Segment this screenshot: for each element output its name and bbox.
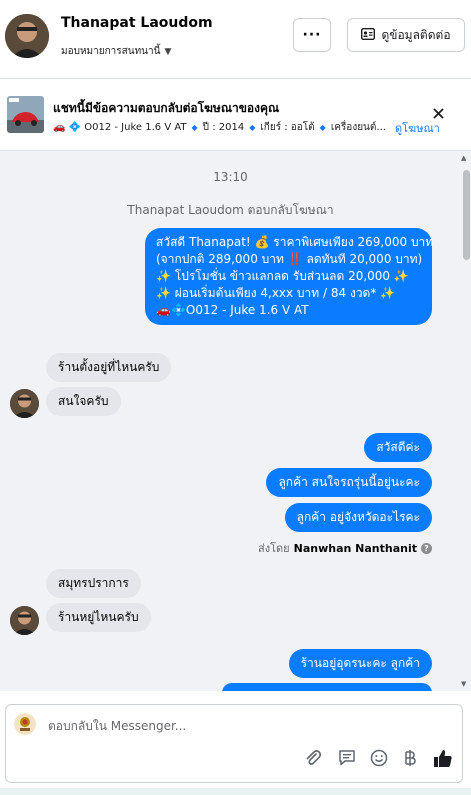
- message-line: สวัสดี Thanapat! 💰 ราคาพิเศษเพียง 269,00…: [156, 235, 434, 249]
- contact-avatar-small: [10, 389, 39, 418]
- ad-message-bubble[interactable]: สวัสดี Thanapat! 💰 ราคาพิเศษเพียง 269,00…: [145, 228, 434, 325]
- outgoing-message[interactable]: สวัสดีค่ะ: [364, 433, 432, 462]
- ad-meta-item: 🚗 💠 O012 - Juke 1.6 V AT: [53, 122, 187, 133]
- ad-reply-banner: แชทนี้มีข้อความตอบกลับต่อโฆษณาของคุณ 🚗 💠…: [0, 80, 471, 151]
- outgoing-message[interactable]: ลูกค้า อยู่จังหวัดอะไรคะ: [284, 503, 432, 532]
- contact-info-label: ดูข้อมูลติดต่อ: [381, 27, 451, 42]
- contact-avatar-small: [10, 606, 39, 635]
- conversation-header: Thanapat Laoudom มอบหมายการสนทนานี้ ▼ ··…: [0, 0, 471, 79]
- message-line: ✨ ผ่อนเริ่มต้นเพียง 4,xxx บาท / 84 งวด* …: [156, 286, 396, 300]
- ad-thumbnail[interactable]: [7, 96, 44, 133]
- ad-meta: 🚗 💠 O012 - Juke 1.6 V AT ◆ ปี : 2014 ◆ เ…: [53, 120, 391, 135]
- contact-name[interactable]: Thanapat Laoudom: [61, 15, 213, 31]
- separator-icon: ◆: [191, 123, 198, 132]
- separator-icon: ◆: [249, 123, 256, 132]
- sent-by-info: ส่งโดย Nanwhan Nanthanit ?: [258, 539, 432, 557]
- paperclip-icon[interactable]: [302, 747, 324, 769]
- separator-icon: ◆: [319, 123, 326, 132]
- ad-meta-item: เกียร์ : ออโต้: [260, 122, 315, 133]
- sent-by-label: ส่งโดย: [258, 542, 290, 555]
- incoming-message[interactable]: สนใจครับ: [46, 387, 121, 416]
- help-icon[interactable]: ?: [421, 542, 432, 554]
- outgoing-message[interactable]: ร้านอยู่อุดรนะคะ ลูกค้า: [288, 649, 432, 678]
- ad-meta-item: ปี : 2014: [202, 122, 245, 133]
- scrollbar-thumb[interactable]: [463, 170, 470, 260]
- incoming-message[interactable]: ร้านหยู่ไหนครับ: [46, 603, 151, 632]
- contact-avatar[interactable]: [5, 14, 49, 58]
- close-icon[interactable]: [433, 104, 444, 123]
- incoming-message[interactable]: สมุทรปราการ: [46, 569, 141, 598]
- message-thread: 13:10 Thanapat Laoudom ตอบกลับโฆษณา สวัส…: [0, 151, 471, 691]
- system-note: Thanapat Laoudom ตอบกลับโฆษณา: [127, 203, 334, 217]
- reply-composer: [5, 704, 463, 783]
- sent-by-name: Nanwhan Nanthanit: [293, 541, 417, 555]
- outgoing-message[interactable]: ลูกค้า สนใจรถรุ่นนี้อยู่นะคะ: [266, 468, 432, 497]
- more-options-label: ···: [302, 27, 322, 43]
- message-line: 🚗💠O012 - Juke 1.6 V AT: [156, 303, 309, 317]
- assign-conversation-dropdown[interactable]: มอบหมายการสนทนานี้ ▼: [61, 44, 171, 59]
- ad-meta-item: เครื่องยนต์...: [330, 122, 386, 133]
- baht-icon[interactable]: [399, 747, 421, 769]
- more-options-button[interactable]: ···: [293, 18, 331, 52]
- ad-banner-title: แชทนี้มีข้อความตอบกลับต่อโฆษณาของคุณ: [53, 101, 280, 115]
- chat-bubble-icon[interactable]: [336, 747, 358, 769]
- contact-card-icon: [361, 27, 376, 43]
- thumbs-up-icon[interactable]: [432, 747, 454, 769]
- assign-label: มอบหมายการสนทนานี้: [61, 46, 161, 57]
- scroll-down-arrow-icon[interactable]: ▼: [461, 680, 466, 688]
- message-line: ✨ โปรโมชั่น ข้าวแลกลด รับส่วนลด 20,000 ✨: [156, 269, 409, 283]
- reply-input[interactable]: [48, 719, 348, 733]
- message-timestamp: 13:10: [213, 170, 248, 184]
- scroll-up-arrow-icon[interactable]: ▲: [461, 154, 466, 162]
- page-avatar: [14, 713, 36, 735]
- message-line: (จากปกติ 289,000 บาท ‼️ ลดทันที 20,000 บ…: [156, 252, 423, 266]
- bottom-strip: [0, 788, 471, 795]
- chevron-down-icon: ▼: [164, 46, 172, 57]
- smiley-icon[interactable]: [368, 747, 390, 769]
- outgoing-message-partial[interactable]: [222, 683, 432, 691]
- view-contact-info-button[interactable]: ดูข้อมูลติดต่อ: [347, 18, 465, 52]
- incoming-message[interactable]: ร้านตั้งอยู่ที่ไหนครับ: [46, 353, 172, 382]
